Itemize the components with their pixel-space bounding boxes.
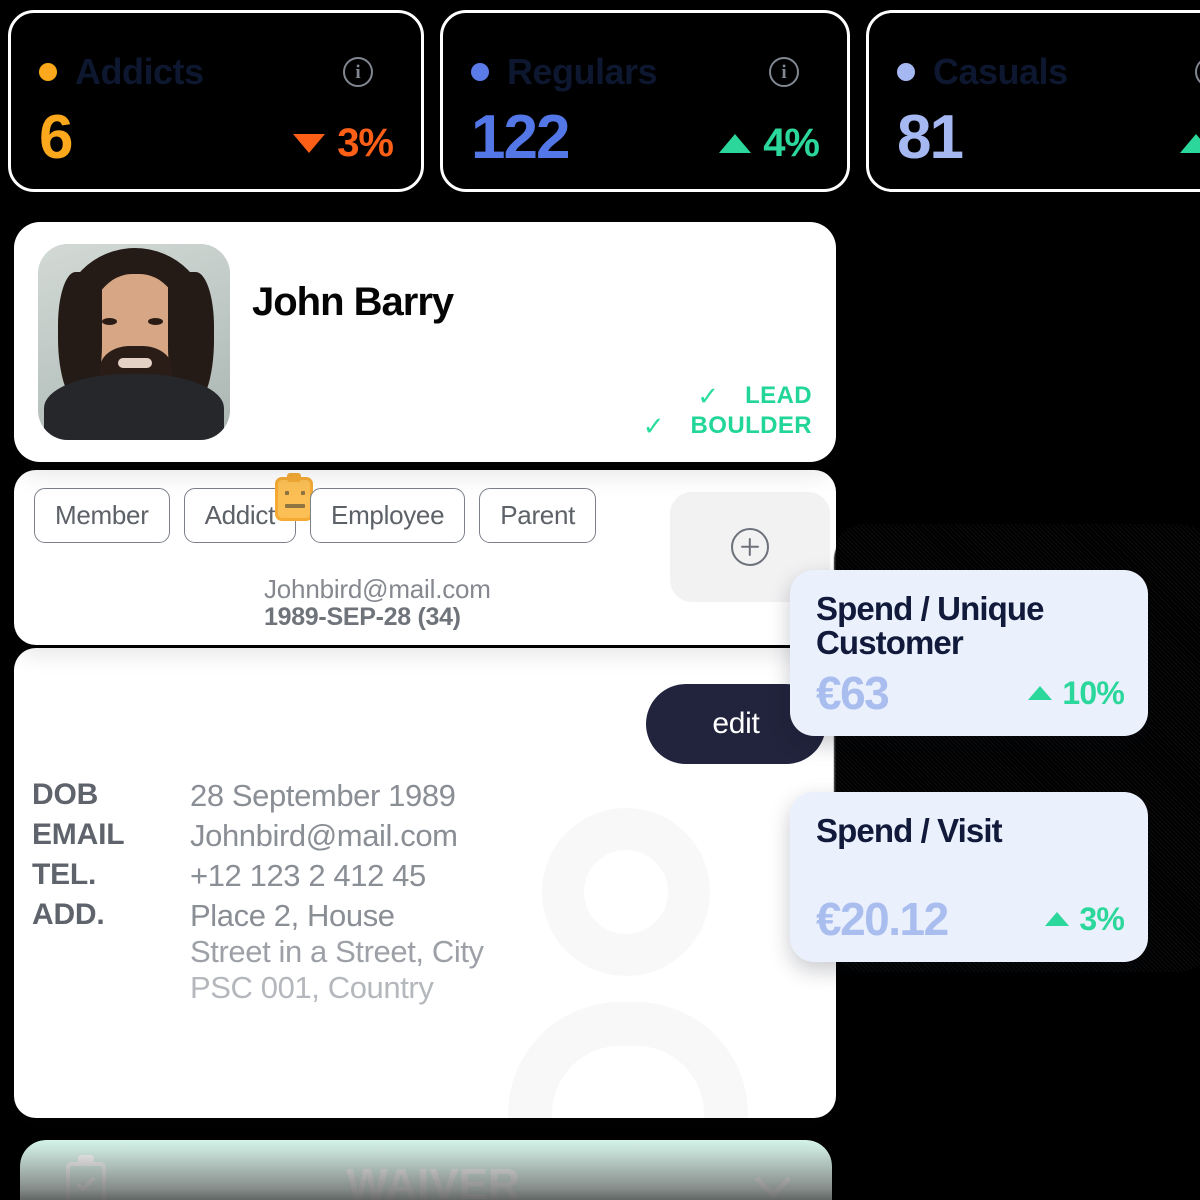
detail-key: TEL.: [32, 858, 97, 891]
detail-value: +12 123 2 412 45: [190, 858, 426, 893]
stat-card-delta: 3%: [293, 121, 394, 169]
stat-card-delta-value: 4%: [763, 121, 820, 165]
stat-card-footer: 122 4%: [471, 103, 820, 172]
spend-card-value: €20.12: [816, 893, 949, 945]
status-dot-icon: [471, 63, 489, 81]
check-icon: ✓: [697, 381, 720, 411]
spend-card-delta: 3%: [1045, 901, 1125, 937]
stat-card-addicts[interactable]: Addicts i 6 3%: [8, 10, 424, 192]
spend-card-visit[interactable]: Spend / Visit €20.12 3%: [790, 792, 1148, 962]
chevron-down-icon[interactable]: [754, 1161, 792, 1199]
check-icon: ✓: [642, 411, 665, 441]
profile-card: John Barry Johnbird@mail.com 1989-SEP-28…: [14, 222, 836, 631]
profile-email: Johnbird@mail.com: [264, 574, 491, 604]
flag-label: LEAD: [745, 382, 812, 409]
detail-value: 28 September 1989: [190, 778, 456, 813]
tag-member[interactable]: Member: [34, 488, 170, 543]
detail-value: PSC 001, Country: [190, 970, 434, 1005]
stat-card-value: 122: [471, 103, 570, 172]
detail-row-dob: DOB 28 September 1989: [32, 778, 484, 814]
spend-card-delta-value: 3%: [1079, 901, 1124, 937]
spend-card-delta-value: 10%: [1062, 675, 1124, 711]
spend-card-title: Spend / Visit: [816, 812, 1003, 849]
stat-card-delta: 1: [1179, 123, 1200, 169]
trend-up-icon: [1179, 133, 1200, 153]
detail-key: DOB: [32, 778, 99, 811]
stat-card-value: 6: [39, 103, 74, 172]
detail-key: EMAIL: [32, 818, 125, 851]
detail-key: ADD.: [32, 898, 105, 931]
trend-up-icon: [1045, 912, 1070, 926]
tag-employee[interactable]: Employee: [310, 488, 466, 543]
detail-row-tel: TEL. +12 123 2 412 45: [32, 858, 484, 894]
stat-card-casuals[interactable]: Casuals i 81 1: [866, 10, 1200, 192]
stat-card-regulars[interactable]: Regulars i 122 4%: [440, 10, 850, 192]
clipboard-badge-icon: [275, 473, 314, 521]
profile-flags: ✓ LEAD ✓ BOULDER: [643, 382, 812, 440]
page-title: John Barry: [252, 280, 454, 324]
tag-label: Parent: [500, 500, 576, 530]
flag-lead: ✓ LEAD: [697, 382, 812, 410]
detail-list: DOB 28 September 1989 EMAIL Johnbird@mai…: [32, 778, 484, 1010]
stat-card-value: 81: [897, 103, 964, 172]
spend-card-title: Spend / Unique Customer: [816, 590, 1044, 661]
stat-card-footer: 6 3%: [39, 103, 394, 172]
stat-card-title: Casuals: [933, 51, 1068, 92]
flag-boulder: ✓ BOULDER: [643, 412, 812, 440]
stat-card-header: Casuals i: [897, 51, 1200, 93]
spend-card-delta: 10%: [1028, 675, 1125, 711]
stat-card-title: Regulars: [507, 51, 658, 92]
tag-label: Employee: [331, 500, 445, 530]
flag-label: BOULDER: [690, 412, 812, 439]
waiver-bar[interactable]: WAIVER: [20, 1140, 832, 1200]
tag-list: Member Addict Employee Parent: [34, 473, 634, 543]
stat-card-header: Regulars i: [471, 51, 823, 93]
clipboard-check-icon: [66, 1162, 106, 1200]
stat-card-footer: 81 1: [897, 107, 1200, 169]
detail-value: Street in a Street, City: [190, 934, 484, 969]
stat-card-delta-value: 3%: [337, 121, 394, 165]
tag-parent[interactable]: Parent: [479, 488, 597, 543]
trend-up-icon: [719, 133, 752, 153]
info-icon[interactable]: i: [769, 57, 799, 87]
profile-dob: 1989-SEP-28 (34): [264, 603, 461, 631]
detail-row-address: ADD. Place 2, House Street in a Street, …: [32, 898, 484, 1006]
avatar[interactable]: [38, 244, 230, 440]
details-card: edit DOB 28 September 1989 EMAIL Johnbir…: [14, 648, 836, 1118]
plus-circle-icon[interactable]: [731, 528, 769, 566]
stat-card-delta: 4%: [719, 121, 820, 169]
status-dot-icon: [897, 63, 915, 81]
trend-up-icon: [1028, 686, 1053, 700]
waiver-label: WAIVER: [346, 1160, 520, 1200]
info-icon[interactable]: i: [1195, 57, 1200, 87]
stat-card-title: Addicts: [75, 51, 204, 92]
stat-card-header: Addicts i: [39, 51, 397, 93]
spend-card-footer: €63 10%: [816, 667, 1125, 719]
tag-label: Addict: [204, 500, 276, 530]
tag-label: Member: [55, 500, 149, 530]
tag-addict[interactable]: Addict: [183, 473, 314, 543]
detail-value-group: Place 2, House Street in a Street, City …: [190, 898, 484, 1006]
trend-down-icon: [293, 133, 326, 153]
detail-row-email: EMAIL Johnbird@mail.com: [32, 818, 484, 854]
person-avatar-watermark-icon: [508, 808, 748, 1118]
spend-card-unique-customer[interactable]: Spend / Unique Customer €63 10%: [790, 570, 1148, 736]
status-dot-icon: [39, 63, 57, 81]
spend-card-value: €63: [816, 667, 890, 719]
dashboard-stage: Addicts i 6 3% Regulars i 122 4% Casuals…: [0, 0, 1200, 1200]
info-icon[interactable]: i: [343, 57, 373, 87]
detail-value: Place 2, House: [190, 898, 395, 933]
spend-card-footer: €20.12 3%: [816, 893, 1125, 945]
detail-value: Johnbird@mail.com: [190, 818, 458, 853]
